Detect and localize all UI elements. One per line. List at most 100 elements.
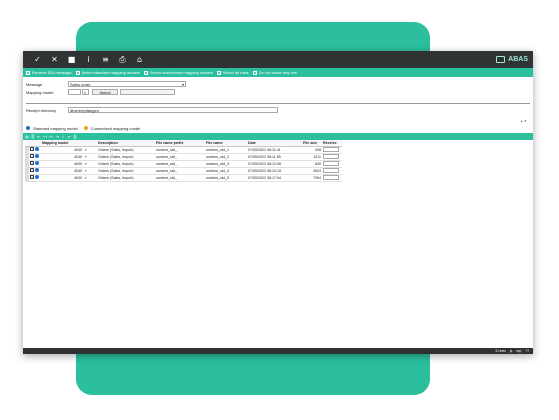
cell-description: Orders (Sales, Import) — [97, 167, 155, 175]
cell-receive[interactable] — [322, 146, 342, 154]
row-checkbox[interactable] — [30, 168, 34, 173]
customized-dot-icon — [83, 126, 88, 130]
standard-dot-icon — [35, 168, 39, 172]
action-label: Select all rows — [222, 70, 249, 75]
mapping-label: Mapping model — [26, 89, 54, 95]
table-print-icon[interactable]: ⎙ — [73, 134, 77, 139]
table-add-icon[interactable]: ▤ — [25, 134, 29, 139]
link-arrow-icon[interactable]: ↗ — [83, 160, 97, 168]
link-arrow-icon[interactable]: ↗ — [83, 146, 97, 154]
legend-customized: Customized mapping model — [90, 125, 141, 131]
standard-dot-icon — [35, 161, 39, 165]
row-checkbox[interactable] — [30, 175, 34, 180]
action-icon — [75, 70, 80, 75]
action-icon — [252, 70, 257, 75]
row-checkbox[interactable] — [30, 147, 34, 152]
cell-date: 07/05/2022 08:11:41 — [247, 146, 302, 154]
action-label: Select customized mapping models — [149, 70, 213, 75]
action-label: Receive EDI message — [32, 70, 72, 75]
receive-field[interactable] — [323, 153, 339, 159]
cell-receive[interactable] — [322, 167, 342, 175]
info-icon[interactable]: i — [80, 51, 97, 68]
action-label: Select standard mapping models — [81, 70, 140, 75]
select-cell[interactable] — [29, 167, 41, 175]
app-window: ✓ ✕ ■ i ≡ ⎙ ⌂ ABAS Receive EDI message S… — [23, 51, 533, 354]
collapse-arrows-icon[interactable]: ▲ ▼ — [520, 119, 527, 123]
table-first-icon[interactable]: ⇤ — [37, 134, 41, 139]
cell-date: 07/05/2022 08:12:15 — [247, 167, 302, 175]
table-row[interactable]: 4040 ↗ Orders (Sales, Import) oorders_st… — [25, 146, 342, 154]
action-icon — [216, 70, 221, 75]
receipt-directory-field[interactable]: dfue/empfangen — [68, 107, 278, 113]
table-info-icon[interactable]: i — [61, 134, 65, 139]
cell-file: oorders_std_2 — [205, 153, 247, 161]
cell-description: Orders (Sales, Import) — [97, 174, 155, 182]
check-icon[interactable]: ✓ — [29, 51, 46, 68]
cell-size: 830 — [302, 160, 322, 168]
cell-prefix: oorders_std_ — [155, 174, 205, 182]
header-form: Message Sales order ▾ Mapping model ⌕ Sel… — [23, 77, 533, 123]
table-last-icon[interactable]: ⇥ — [55, 134, 59, 139]
table-list-icon[interactable]: ≡ — [67, 134, 71, 139]
receive-field[interactable] — [323, 146, 339, 152]
message-row: Message Sales order ▾ — [26, 80, 530, 88]
table-row[interactable]: 4040 ↗ Orders (Sales, Import) oorders_st… — [25, 160, 342, 168]
cell-prefix: oorders_std_ — [155, 153, 205, 161]
table-paste-icon[interactable]: ⎘ — [31, 134, 35, 139]
select-cell[interactable] — [29, 160, 41, 168]
status-mode: esp — [516, 349, 522, 353]
cell-receive[interactable] — [322, 160, 342, 168]
receipt-label: Receipt directory — [26, 107, 57, 113]
menu-icon[interactable]: ≡ — [97, 51, 114, 68]
receive-field[interactable] — [323, 167, 339, 173]
print-icon[interactable]: ⎙ — [114, 51, 131, 68]
select-customized-button[interactable]: Select customized mapping models — [143, 70, 213, 75]
row-checkbox[interactable] — [30, 161, 34, 166]
table-row[interactable]: 4040 ↗ Orders (Sales, Import) oorders_st… — [25, 153, 342, 161]
link-arrow-icon[interactable]: ↗ — [83, 174, 97, 182]
mapping-row: Mapping model ⌕ Select — [26, 88, 530, 96]
select-button[interactable]: Select — [92, 89, 118, 95]
select-cell[interactable] — [29, 146, 41, 154]
home-icon[interactable]: ⌂ — [131, 51, 148, 68]
legend: Standard mapping model Customized mappin… — [23, 123, 533, 133]
chevron-down-icon: ▾ — [181, 82, 184, 87]
table-row[interactable]: 4040 ↗ Orders (Sales, Import) oorders_st… — [25, 167, 342, 175]
status-extra: ?? — [525, 349, 529, 353]
standard-dot-icon — [35, 154, 39, 158]
action-label: Do not select any row — [258, 70, 298, 75]
select-cell[interactable] — [29, 174, 41, 182]
select-cell[interactable] — [29, 153, 41, 161]
message-value: Sales order — [70, 82, 91, 87]
cell-description: Orders (Sales, Import) — [97, 146, 155, 154]
cell-size: 7904 — [302, 174, 322, 182]
receive-field[interactable] — [323, 160, 339, 166]
table-prev-icon[interactable]: ↤ — [43, 134, 47, 139]
link-arrow-icon[interactable]: ↗ — [83, 167, 97, 175]
mapping-search-icon[interactable]: ⌕ — [82, 89, 89, 95]
receive-edi-button[interactable]: Receive EDI message — [26, 70, 72, 75]
table-next-icon[interactable]: ↦ — [49, 134, 53, 139]
cell-file: oorders_std_1 — [205, 146, 247, 154]
table-row[interactable]: 4040 ↗ Orders (Sales, Import) oorders_st… — [25, 174, 342, 182]
link-arrow-icon[interactable]: ↗ — [83, 153, 97, 161]
row-checkbox[interactable] — [30, 154, 34, 159]
stage: ✓ ✕ ■ i ≡ ⎙ ⌂ ABAS Receive EDI message S… — [0, 0, 559, 420]
receive-field[interactable] — [323, 174, 339, 180]
mapping-table: Mapping model Description File name pref… — [25, 140, 342, 182]
close-icon[interactable]: ✕ — [46, 51, 63, 68]
cell-receive[interactable] — [322, 153, 342, 161]
record-icon[interactable]: ■ — [63, 51, 80, 68]
mapping-input[interactable] — [68, 89, 81, 95]
cell-receive[interactable] — [322, 174, 342, 182]
message-select[interactable]: Sales order ▾ — [68, 81, 186, 87]
select-all-rows-button[interactable]: Select all rows — [216, 70, 249, 75]
status-line-count: 5 Lines — [495, 349, 506, 353]
select-no-row-button[interactable]: Do not select any row — [252, 70, 298, 75]
cell-file: oorders_std_5 — [205, 174, 247, 182]
select-standard-button[interactable]: Select standard mapping models — [75, 70, 140, 75]
receipt-row: Receipt directory dfue/empfangen — [26, 106, 530, 114]
brand-name: ABAS — [508, 56, 528, 63]
brand-logo: ABAS — [496, 56, 533, 63]
cell-model: 4040 — [41, 160, 83, 168]
